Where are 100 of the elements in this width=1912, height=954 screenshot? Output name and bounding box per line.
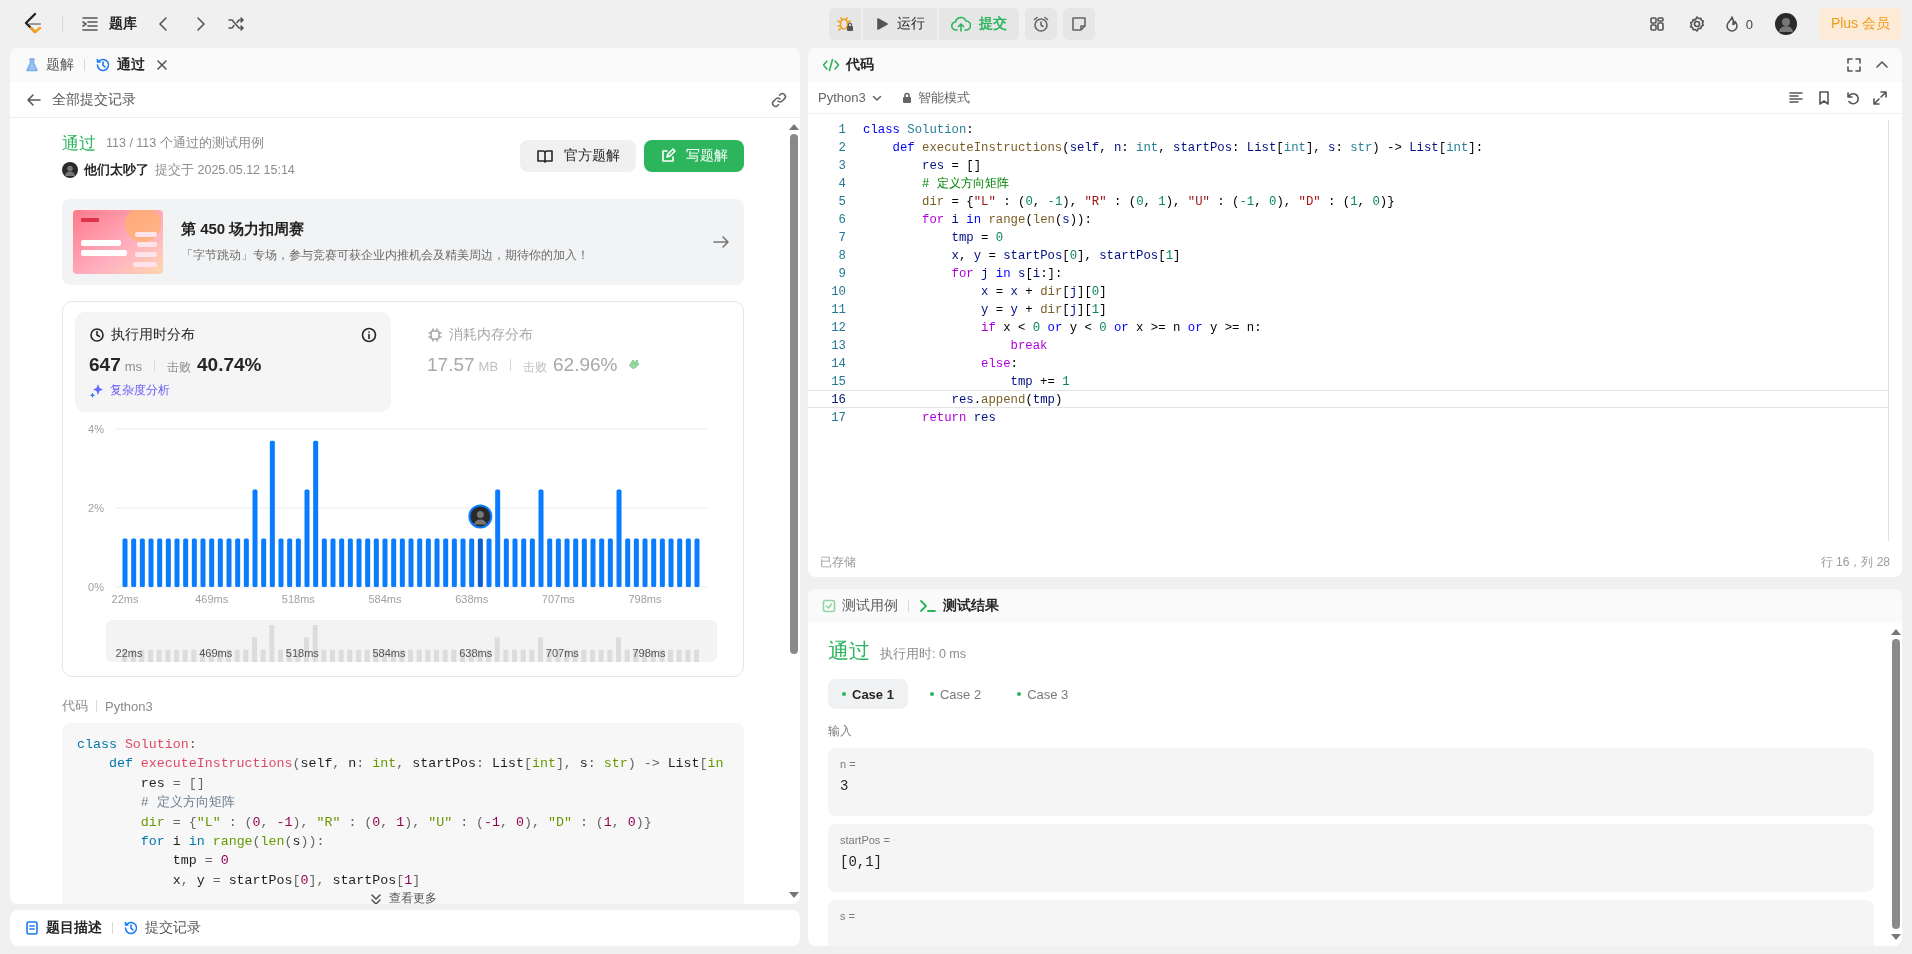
- chart-bar[interactable]: [460, 538, 466, 587]
- chart-bar[interactable]: [339, 538, 345, 587]
- chart-bar[interactable]: [139, 538, 145, 587]
- chart-bar[interactable]: [122, 538, 128, 587]
- chart-bar[interactable]: [209, 538, 215, 587]
- chart-bar[interactable]: [252, 489, 258, 587]
- chart-bar[interactable]: [391, 538, 397, 587]
- chart-bar[interactable]: [399, 538, 405, 587]
- chart-bar[interactable]: [495, 489, 501, 587]
- contest-banner[interactable]: 第 450 场力扣周赛 「字节跳动」专场，参与竞赛可获企业内推机会及精美周边，期待你的加入！: [62, 199, 744, 285]
- chart-bar[interactable]: [538, 489, 544, 587]
- link-icon[interactable]: [770, 90, 788, 109]
- chart-bar[interactable]: [408, 538, 414, 587]
- chart-bar[interactable]: [373, 538, 379, 587]
- panel-tab[interactable]: 测试用例: [820, 593, 900, 619]
- avatar-icon[interactable]: [1774, 13, 1797, 35]
- official-solution-button[interactable]: 官方题解: [520, 139, 636, 172]
- chart-bar[interactable]: [313, 440, 319, 587]
- chart-bar[interactable]: [330, 538, 336, 587]
- settings-icon[interactable]: [1687, 15, 1706, 33]
- complexity-link[interactable]: 复杂度分析: [89, 382, 377, 399]
- chart-bar[interactable]: [694, 538, 700, 587]
- panel-tab[interactable]: 代码: [820, 52, 876, 78]
- chart-bar[interactable]: [382, 538, 388, 587]
- problem-list-link[interactable]: 题库: [109, 15, 137, 33]
- show-more-link[interactable]: 查看更多: [77, 890, 729, 904]
- chart-bar[interactable]: [269, 440, 275, 587]
- chart-bar[interactable]: [174, 538, 180, 587]
- chart-bar[interactable]: [503, 538, 509, 587]
- info-icon[interactable]: [361, 327, 377, 343]
- back-link[interactable]: 全部提交记录: [26, 90, 136, 109]
- chart-bar[interactable]: [486, 538, 492, 587]
- mode-toggle[interactable]: 智能模式: [900, 88, 970, 107]
- language-dropdown[interactable]: Python3: [818, 90, 883, 105]
- chart-bar[interactable]: [668, 538, 674, 587]
- chart-bar[interactable]: [633, 538, 639, 587]
- fullscreen-icon[interactable]: [1846, 57, 1862, 73]
- debug-button[interactable]: [829, 8, 861, 40]
- chart-bar[interactable]: [651, 538, 657, 587]
- chart-bar[interactable]: [581, 538, 587, 587]
- flame-icon[interactable]: [1723, 15, 1740, 33]
- chart-bar[interactable]: [477, 538, 483, 587]
- chart-bar[interactable]: [148, 538, 154, 587]
- chart-bar[interactable]: [564, 538, 570, 587]
- chart-bar[interactable]: [573, 538, 579, 587]
- stat-panel[interactable]: 执行用时分布 647 ms 击败 40.74% 复杂度分析: [75, 312, 391, 412]
- bookmark-icon[interactable]: [1816, 89, 1832, 106]
- chart-bar[interactable]: [451, 538, 457, 587]
- panel-tab[interactable]: 测试结果: [917, 593, 1001, 619]
- chart-bar[interactable]: [321, 538, 327, 587]
- chart-bar[interactable]: [200, 538, 206, 587]
- chart-bar[interactable]: [425, 538, 431, 587]
- chart-bar[interactable]: [295, 538, 301, 587]
- run-button[interactable]: 运行: [863, 8, 937, 40]
- expand-icon[interactable]: [1872, 89, 1888, 106]
- chart-bar[interactable]: [469, 538, 475, 587]
- chart-bar[interactable]: [547, 538, 553, 587]
- chart-bar[interactable]: [417, 538, 423, 587]
- logo-icon[interactable]: [22, 12, 44, 36]
- chart-bar[interactable]: [261, 538, 267, 587]
- shuffle-icon[interactable]: [227, 15, 245, 33]
- list-icon[interactable]: [81, 15, 99, 33]
- chart-bar[interactable]: [685, 538, 691, 587]
- case-tab[interactable]: Case 1: [828, 679, 908, 709]
- layout-icon[interactable]: [1647, 15, 1666, 33]
- chart-bar[interactable]: [356, 538, 362, 587]
- chart-bar[interactable]: [521, 538, 527, 587]
- panel-tab[interactable]: 提交记录: [121, 915, 203, 941]
- chart-bar[interactable]: [191, 538, 197, 587]
- case-tab[interactable]: Case 3: [1003, 679, 1083, 709]
- chart-bar[interactable]: [243, 538, 249, 587]
- chart-bar[interactable]: [529, 538, 535, 587]
- chart-bar[interactable]: [512, 538, 518, 587]
- format-icon[interactable]: [1788, 89, 1804, 106]
- chart-bar[interactable]: [659, 538, 665, 587]
- chart-bar[interactable]: [278, 538, 284, 587]
- chart-bar[interactable]: [347, 538, 353, 587]
- close-icon[interactable]: [155, 58, 169, 72]
- chart-bar[interactable]: [607, 538, 613, 587]
- chart-bar[interactable]: [642, 538, 648, 587]
- chart-bar[interactable]: [625, 538, 631, 587]
- case-tab[interactable]: Case 2: [915, 679, 996, 709]
- chart-bar[interactable]: [677, 538, 683, 587]
- chart-bar[interactable]: [434, 538, 440, 587]
- alarm-button[interactable]: [1025, 8, 1057, 40]
- note-button[interactable]: [1063, 8, 1095, 40]
- chart-bar[interactable]: [304, 489, 310, 587]
- chart-bar[interactable]: [217, 538, 223, 587]
- panel-tab[interactable]: 题解: [22, 52, 76, 78]
- undo-icon[interactable]: [1844, 89, 1860, 106]
- chart-bar[interactable]: [131, 538, 137, 587]
- chart-bar[interactable]: [365, 538, 371, 587]
- chart-bar[interactable]: [599, 538, 605, 587]
- panel-tab[interactable]: 通过: [93, 52, 147, 78]
- chart-bar[interactable]: [157, 538, 163, 587]
- chart-bar[interactable]: [443, 538, 449, 587]
- chart-bar[interactable]: [616, 489, 622, 587]
- chart-bar[interactable]: [287, 538, 293, 587]
- chart-bar[interactable]: [183, 538, 189, 587]
- panel-tab[interactable]: 题目描述: [22, 915, 104, 941]
